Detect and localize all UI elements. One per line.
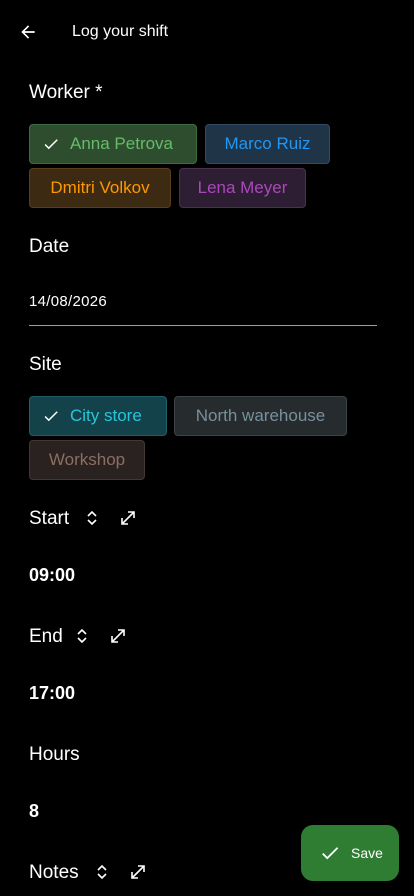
expand-icon[interactable] <box>128 862 148 882</box>
expand-icon[interactable] <box>118 508 138 528</box>
unfold-icon[interactable] <box>74 626 90 646</box>
back-button[interactable] <box>16 20 40 44</box>
app-bar: Log your shift <box>0 0 414 64</box>
notes-label: Notes <box>29 862 79 883</box>
expand-icon[interactable] <box>108 626 128 646</box>
worker-label: Worker * <box>29 82 103 103</box>
date-label: Date <box>29 236 70 257</box>
start-value[interactable]: 09:00 <box>29 565 75 586</box>
unfold-icon[interactable] <box>94 862 110 882</box>
chip-label: Workshop <box>48 450 126 469</box>
chip-label: North warehouse <box>195 406 326 425</box>
hours-label: Hours <box>29 744 80 765</box>
worker-chip-dmitri-volkov[interactable]: Dmitri Volkov <box>29 168 171 208</box>
chip-label: Anna Petrova <box>70 134 174 153</box>
check-icon <box>322 847 339 860</box>
start-label: Start <box>29 508 70 529</box>
site-label: Site <box>29 354 62 375</box>
check-icon <box>42 135 60 153</box>
worker-chip-anna-petrova[interactable]: Anna Petrova <box>29 124 197 164</box>
check-icon <box>42 407 60 425</box>
unfold-icon[interactable] <box>84 508 100 528</box>
worker-chip-lena-meyer[interactable]: Lena Meyer <box>179 168 306 208</box>
hours-value: 8 <box>29 801 40 821</box>
chip-label: Lena Meyer <box>197 178 288 197</box>
date-input[interactable]: 14/08/2026 <box>29 293 107 310</box>
arrow-left-icon <box>21 25 35 39</box>
date-underline <box>29 325 377 326</box>
chip-label: Dmitri Volkov <box>50 178 150 197</box>
site-chip-north-warehouse[interactable]: North warehouse <box>174 396 347 436</box>
save-button[interactable]: Save <box>301 825 399 881</box>
end-label: End <box>29 626 63 647</box>
chip-label: City store <box>70 406 142 425</box>
site-chip-city-store[interactable]: City store <box>29 396 167 436</box>
chip-label: Marco Ruiz <box>224 134 311 153</box>
page-title: Log your shift <box>72 23 169 40</box>
save-label: Save <box>351 845 383 861</box>
worker-chip-marco-ruiz[interactable]: Marco Ruiz <box>205 124 330 164</box>
end-value[interactable]: 17:00 <box>29 683 75 704</box>
site-chip-workshop[interactable]: Workshop <box>29 440 145 480</box>
